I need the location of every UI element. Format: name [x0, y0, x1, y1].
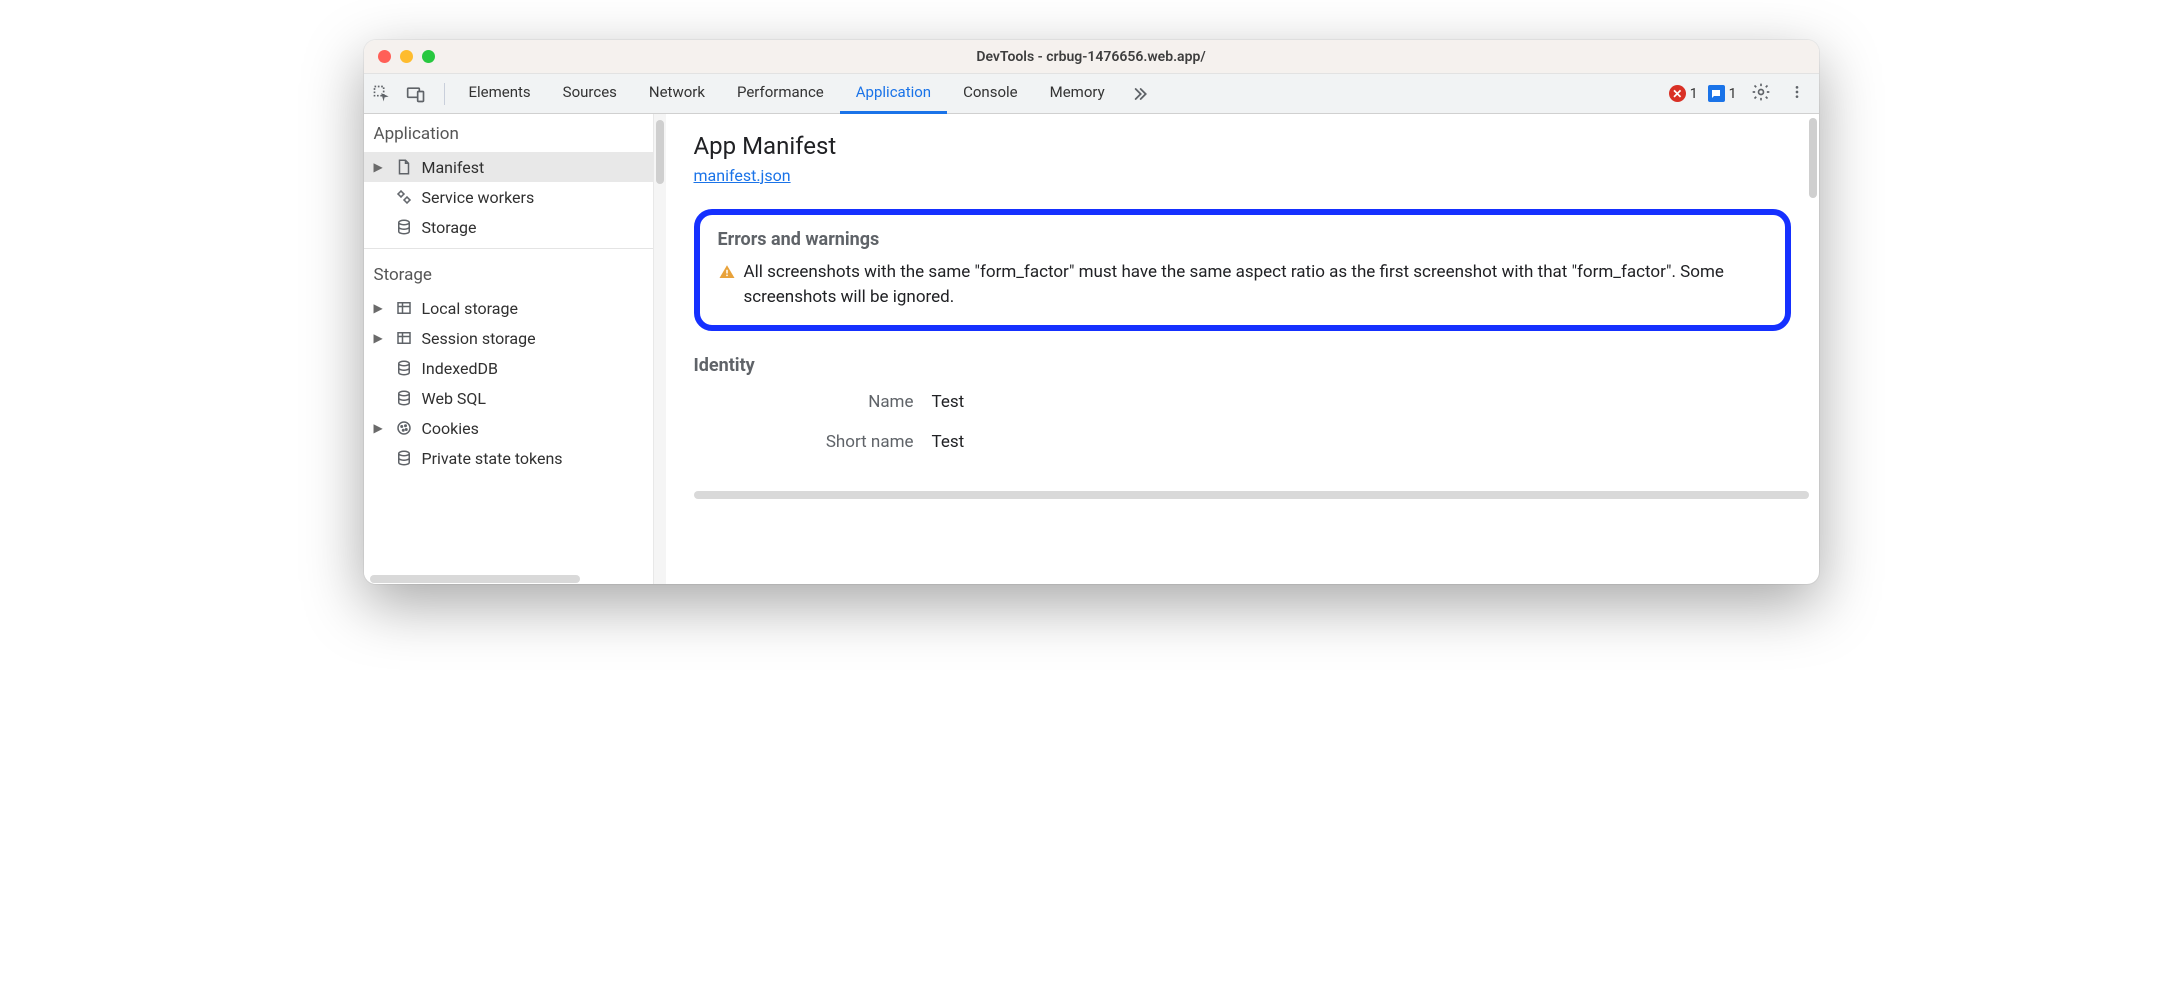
database-icon	[394, 388, 414, 408]
tab-performance[interactable]: Performance	[721, 74, 840, 114]
sidebar-heading-application: Application	[364, 114, 653, 152]
identity-heading: Identity	[694, 355, 1791, 376]
issue-icon	[1708, 85, 1725, 102]
expand-arrow-icon[interactable]: ▶	[374, 160, 386, 174]
database-icon	[394, 358, 414, 378]
toolbar-divider	[444, 83, 445, 105]
tabs-overflow-button[interactable]	[1121, 74, 1157, 114]
tab-network[interactable]: Network	[633, 74, 721, 114]
sidebar-item-label: Service workers	[422, 188, 535, 207]
database-icon	[394, 448, 414, 468]
more-options-icon[interactable]	[1785, 78, 1809, 110]
identity-shortname-value: Test	[932, 432, 965, 452]
error-icon: ✕	[1669, 85, 1686, 102]
sidebar-item-label: IndexedDB	[422, 359, 498, 378]
identity-name-value: Test	[932, 392, 965, 412]
database-icon	[394, 217, 414, 237]
page-title: App Manifest	[694, 132, 1791, 160]
sidebar-item-websql[interactable]: Web SQL	[364, 383, 653, 413]
close-window-button[interactable]	[378, 50, 391, 63]
issue-count-value: 1	[1729, 86, 1737, 102]
main-h-scrollbar[interactable]	[666, 492, 1819, 502]
sidebar-item-label: Private state tokens	[422, 449, 563, 468]
panel-tabs: Elements Sources Network Performance App…	[453, 74, 1669, 114]
identity-shortname-row: Short name Test	[694, 432, 1791, 452]
errors-warnings-heading: Errors and warnings	[718, 229, 1767, 250]
errors-warnings-card: Errors and warnings All screenshots with…	[694, 209, 1791, 331]
error-count[interactable]: ✕ 1	[1669, 85, 1698, 102]
main-panel: App Manifest manifest.json Errors and wa…	[666, 114, 1819, 584]
sidebar-item-storage[interactable]: Storage	[364, 212, 653, 242]
warning-icon	[718, 263, 736, 281]
tab-sources[interactable]: Sources	[547, 74, 633, 114]
table-icon	[394, 328, 414, 348]
sidebar-divider	[364, 248, 653, 249]
tab-console[interactable]: Console	[947, 74, 1034, 114]
sidebar-item-service-workers[interactable]: Service workers	[364, 182, 653, 212]
sidebar-item-indexeddb[interactable]: IndexedDB	[364, 353, 653, 383]
titlebar: DevTools - crbug-1476656.web.app/	[364, 40, 1819, 74]
tab-elements[interactable]: Elements	[453, 74, 547, 114]
sidebar-item-label: Manifest	[422, 158, 485, 177]
identity-name-row: Name Test	[694, 392, 1791, 412]
identity-shortname-label: Short name	[694, 432, 914, 452]
content-area: Application ▶ Manifest Service workers	[364, 114, 1819, 584]
devtools-window: DevTools - crbug-1476656.web.app/ Elemen…	[364, 40, 1819, 584]
expand-arrow-icon[interactable]: ▶	[374, 331, 386, 345]
main-toolbar: Elements Sources Network Performance App…	[364, 74, 1819, 114]
warning-row: All screenshots with the same "form_fact…	[718, 260, 1767, 309]
sidebar-item-label: Storage	[422, 218, 477, 237]
sidebar-item-local-storage[interactable]: ▶ Local storage	[364, 293, 653, 323]
sidebar-item-label: Web SQL	[422, 389, 487, 408]
sidebar-heading-storage: Storage	[364, 255, 653, 293]
sidebar-item-manifest[interactable]: ▶ Manifest	[364, 152, 653, 182]
inspect-icon[interactable]	[372, 84, 392, 104]
maximize-window-button[interactable]	[422, 50, 435, 63]
manifest-link[interactable]: manifest.json	[694, 166, 791, 185]
identity-name-label: Name	[694, 392, 914, 412]
table-icon	[394, 298, 414, 318]
tab-memory[interactable]: Memory	[1034, 74, 1121, 114]
window-title: DevTools - crbug-1476656.web.app/	[364, 49, 1819, 65]
splitter[interactable]	[654, 114, 666, 584]
sidebar-item-session-storage[interactable]: ▶ Session storage	[364, 323, 653, 353]
settings-gear-icon[interactable]	[1747, 78, 1775, 110]
cookie-icon	[394, 418, 414, 438]
expand-arrow-icon[interactable]: ▶	[374, 301, 386, 315]
minimize-window-button[interactable]	[400, 50, 413, 63]
sidebar: Application ▶ Manifest Service workers	[364, 114, 654, 584]
warning-text: All screenshots with the same "form_fact…	[744, 260, 1767, 309]
gears-icon	[394, 187, 414, 207]
sidebar-item-cookies[interactable]: ▶ Cookies	[364, 413, 653, 443]
main-v-scrollbar[interactable]	[1809, 118, 1817, 198]
file-icon	[394, 157, 414, 177]
traffic-lights	[378, 50, 435, 63]
error-count-value: 1	[1690, 86, 1698, 102]
sidebar-item-label: Session storage	[422, 329, 536, 348]
tab-application[interactable]: Application	[840, 74, 947, 114]
sidebar-h-scrollbar[interactable]	[364, 574, 653, 584]
device-toolbar-icon[interactable]	[406, 84, 426, 104]
sidebar-item-label: Cookies	[422, 419, 479, 438]
expand-arrow-icon[interactable]: ▶	[374, 421, 386, 435]
issue-count[interactable]: 1	[1708, 85, 1737, 102]
sidebar-item-label: Local storage	[422, 299, 518, 318]
sidebar-item-private-state-tokens[interactable]: Private state tokens	[364, 443, 653, 473]
